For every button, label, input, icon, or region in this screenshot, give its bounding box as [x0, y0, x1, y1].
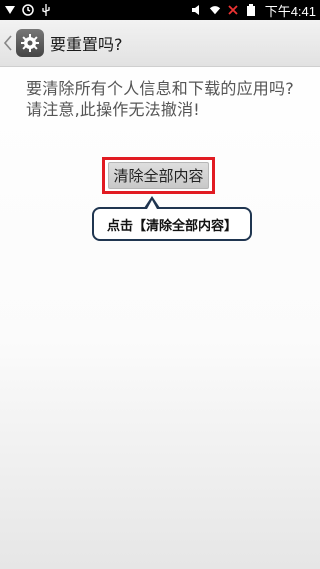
vibrate-icon [191, 4, 203, 16]
callout-text: 点击【清除全部内容】 [106, 218, 237, 234]
usb-icon [40, 4, 52, 16]
settings-gear-icon[interactable] [16, 29, 44, 57]
status-left [4, 4, 52, 16]
page-title: 要重置吗? [50, 35, 123, 54]
instruction-callout: 点击【清除全部内容】 [92, 207, 252, 241]
action-bar: 要重置吗? [0, 20, 320, 67]
back-chevron-icon[interactable] [2, 20, 14, 66]
status-right: 下午4:41 [191, 1, 316, 20]
no-signal-icon [227, 4, 239, 16]
reset-warning-text: 要清除所有个人信息和下载的应用吗?请注意,此操作无法撤消! [26, 79, 294, 119]
status-time: 下午4:41 [264, 3, 316, 19]
wifi-icon [209, 4, 221, 16]
highlight-frame: 清除全部内容 [102, 157, 215, 194]
callout-pointer-inner [147, 200, 157, 209]
battery-icon [245, 4, 257, 16]
notification-icon [4, 4, 16, 16]
sync-icon [22, 4, 34, 16]
status-bar: 下午4:41 [0, 0, 320, 20]
erase-everything-button[interactable]: 清除全部内容 [108, 162, 209, 189]
